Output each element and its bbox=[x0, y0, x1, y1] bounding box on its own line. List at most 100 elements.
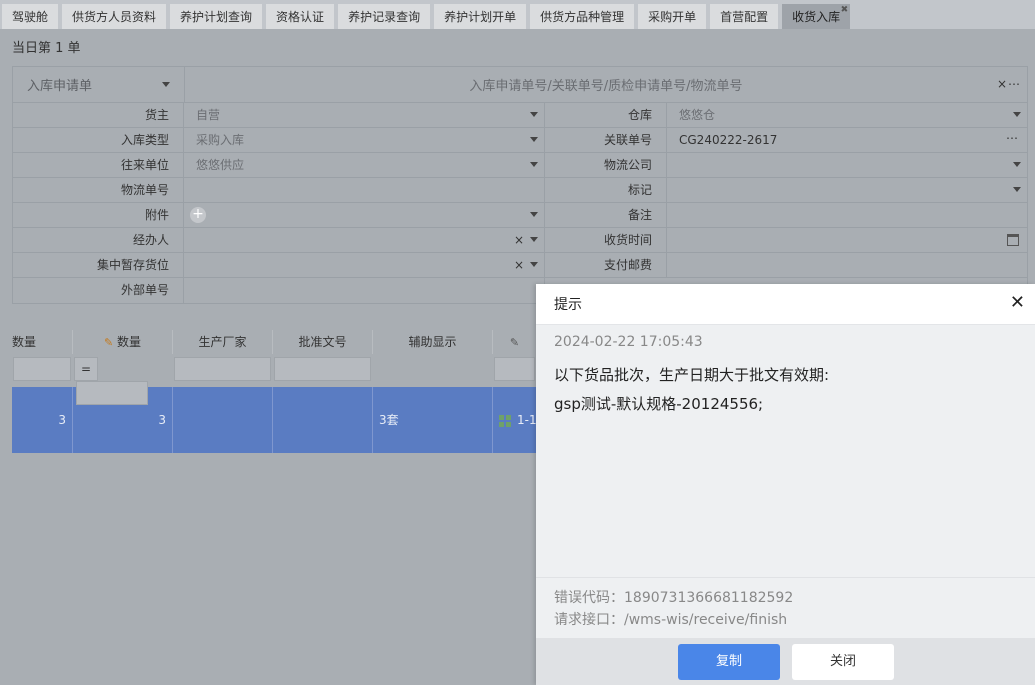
receive-time-field[interactable] bbox=[667, 228, 1027, 252]
external-no-label: 外部单号 bbox=[13, 278, 184, 303]
close-button[interactable]: 关闭 bbox=[792, 644, 894, 680]
tab-label: 采购开单 bbox=[648, 10, 697, 24]
handler-label: 经办人 bbox=[13, 228, 184, 252]
pencil-icon: ✎ bbox=[103, 336, 114, 349]
search-row: 入库申请单 入库申请单号/关联单号/质检申请单号/物流单号 ×⋯ bbox=[13, 67, 1027, 103]
filter-input[interactable] bbox=[174, 357, 271, 381]
warehouse-select[interactable]: 悠悠仓 bbox=[667, 103, 1027, 127]
chevron-down-icon bbox=[1013, 187, 1021, 192]
close-icon[interactable]: ✖ bbox=[841, 6, 849, 15]
attachment-field[interactable]: + bbox=[184, 203, 545, 227]
request-api: 请求接口：/wms-wis/receive/finish bbox=[554, 612, 788, 628]
chevron-down-icon bbox=[530, 237, 538, 242]
filter-input[interactable] bbox=[13, 357, 71, 381]
tab-label: 供货方人员资料 bbox=[72, 10, 157, 24]
column-header-editable[interactable]: ✎ 数量 bbox=[73, 330, 173, 354]
tab-maintenance-record-query[interactable]: 养护记录查询 bbox=[338, 4, 431, 29]
owner-label: 货主 bbox=[13, 103, 184, 127]
chevron-down-icon bbox=[530, 162, 538, 167]
column-header-editable[interactable]: ✎ bbox=[493, 330, 536, 354]
filter-operator[interactable]: = bbox=[74, 357, 98, 381]
ref-no-field[interactable]: CG240222-2617 ⋯ bbox=[667, 128, 1027, 152]
temp-location-label: 集中暂存货位 bbox=[13, 253, 184, 277]
remark-field[interactable] bbox=[667, 203, 1027, 227]
tab-supplier-staff[interactable]: 供货方人员资料 bbox=[62, 4, 167, 29]
clear-more-icon[interactable]: ×⋯ bbox=[997, 77, 1021, 91]
tag-select[interactable] bbox=[667, 178, 1027, 202]
tab-label: 养护计划查询 bbox=[180, 10, 253, 24]
search-input[interactable]: 入库申请单号/关联单号/质检申请单号/物流单号 ×⋯ bbox=[185, 67, 1027, 102]
column-header[interactable]: 数量 bbox=[12, 330, 73, 354]
tab-receiving[interactable]: 收货入库 ✖ bbox=[782, 4, 851, 29]
tab-bar: 驾驶舱 供货方人员资料 养护计划查询 资格认证 养护记录查询 养护计划开单 供货… bbox=[0, 0, 1035, 29]
filter-input[interactable] bbox=[274, 357, 371, 381]
tab-supplier-variety[interactable]: 供货方品种管理 bbox=[530, 4, 635, 29]
postage-field[interactable] bbox=[667, 253, 1027, 277]
tab-label: 养护计划开单 bbox=[444, 10, 517, 24]
search-type-select[interactable]: 入库申请单 bbox=[13, 67, 185, 102]
calendar-icon[interactable] bbox=[1007, 234, 1019, 246]
postage-label: 支付邮费 bbox=[545, 253, 667, 277]
owner-select[interactable]: 自营 bbox=[184, 103, 545, 127]
table-cell[interactable] bbox=[273, 387, 373, 453]
dialog-footer: 复制 关闭 bbox=[536, 638, 1035, 685]
tab-maintenance-plan-order[interactable]: 养护计划开单 bbox=[434, 4, 527, 29]
divider bbox=[536, 577, 1035, 578]
tab-cockpit[interactable]: 驾驶舱 bbox=[2, 4, 59, 29]
table-cell-value: 1-1 bbox=[517, 413, 536, 427]
column-header[interactable]: 批准文号 bbox=[273, 330, 373, 354]
order-count: 当日第 1 单 bbox=[12, 41, 81, 56]
handler-select[interactable]: × bbox=[184, 228, 545, 252]
external-no-field[interactable] bbox=[184, 278, 545, 303]
logistics-company-select[interactable] bbox=[667, 153, 1027, 177]
clear-icon[interactable]: × bbox=[514, 228, 524, 252]
grid-icon bbox=[499, 414, 511, 427]
form-row: 经办人 × 收货时间 bbox=[13, 228, 1027, 253]
form-row: 集中暂存货位 × 支付邮费 bbox=[13, 253, 1027, 278]
in-type-select[interactable]: 采购入库 bbox=[184, 128, 545, 152]
form-row: 货主 自营 仓库 悠悠仓 bbox=[13, 103, 1027, 128]
logistics-no-field[interactable] bbox=[184, 178, 545, 202]
close-icon[interactable]: ✕ bbox=[1010, 293, 1025, 313]
table-cell[interactable]: 1-1 bbox=[493, 387, 536, 453]
tab-purchase-order[interactable]: 采购开单 bbox=[638, 4, 707, 29]
grid-filter-row: = bbox=[12, 354, 536, 405]
temp-location-select[interactable]: × bbox=[184, 253, 545, 277]
tab-label: 供货方品种管理 bbox=[540, 10, 625, 24]
table-cell[interactable]: 3 bbox=[73, 387, 173, 453]
clear-icon[interactable]: × bbox=[514, 253, 524, 277]
table-cell[interactable]: 3套 bbox=[373, 387, 493, 453]
column-header[interactable]: 辅助显示 bbox=[373, 330, 493, 354]
in-type-value: 采购入库 bbox=[196, 133, 245, 147]
tab-maintenance-plan-query[interactable]: 养护计划查询 bbox=[170, 4, 263, 29]
partner-select[interactable]: 悠悠供应 bbox=[184, 153, 545, 177]
more-icon[interactable]: ⋯ bbox=[1006, 126, 1019, 150]
copy-button[interactable]: 复制 bbox=[678, 644, 780, 680]
filter-input[interactable] bbox=[494, 357, 535, 381]
dialog-title: 提示 bbox=[554, 297, 582, 313]
dialog-timestamp: 2024-02-22 17:05:43 bbox=[554, 334, 703, 350]
tag-label: 标记 bbox=[545, 178, 667, 202]
column-header[interactable]: 生产厂家 bbox=[173, 330, 273, 354]
owner-value: 自营 bbox=[196, 108, 221, 122]
table-row[interactable]: 3 3 3套 1-1 bbox=[12, 387, 536, 453]
column-header-label: 数量 bbox=[117, 335, 142, 349]
dialog-message-detail: gsp测试-默认规格-20124556; bbox=[554, 395, 764, 413]
ref-no-label: 关联单号 bbox=[545, 128, 667, 152]
error-dialog: 提示 ✕ 2024-02-22 17:05:43 以下货品批次，生产日期大于批文… bbox=[536, 284, 1035, 685]
tab-label: 驾驶舱 bbox=[12, 10, 49, 24]
pencil-icon: ✎ bbox=[509, 336, 520, 349]
search-placeholder: 入库申请单号/关联单号/质检申请单号/物流单号 bbox=[469, 79, 743, 94]
remark-label: 备注 bbox=[545, 203, 667, 227]
add-icon[interactable]: + bbox=[190, 207, 206, 223]
table-cell[interactable] bbox=[173, 387, 273, 453]
tab-qualification[interactable]: 资格认证 bbox=[266, 4, 335, 29]
dialog-message: 以下货品批次，生产日期大于批文有效期: bbox=[554, 366, 830, 384]
form-row: 附件 + 备注 bbox=[13, 203, 1027, 228]
tab-first-config[interactable]: 首营配置 bbox=[710, 4, 779, 29]
chevron-down-icon bbox=[1013, 112, 1021, 117]
receipt-form: 入库申请单 入库申请单号/关联单号/质检申请单号/物流单号 ×⋯ 货主 自营 仓… bbox=[12, 66, 1028, 304]
table-cell[interactable]: 3 bbox=[12, 387, 73, 453]
tab-label: 收货入库 bbox=[792, 10, 841, 24]
chevron-down-icon bbox=[530, 112, 538, 117]
